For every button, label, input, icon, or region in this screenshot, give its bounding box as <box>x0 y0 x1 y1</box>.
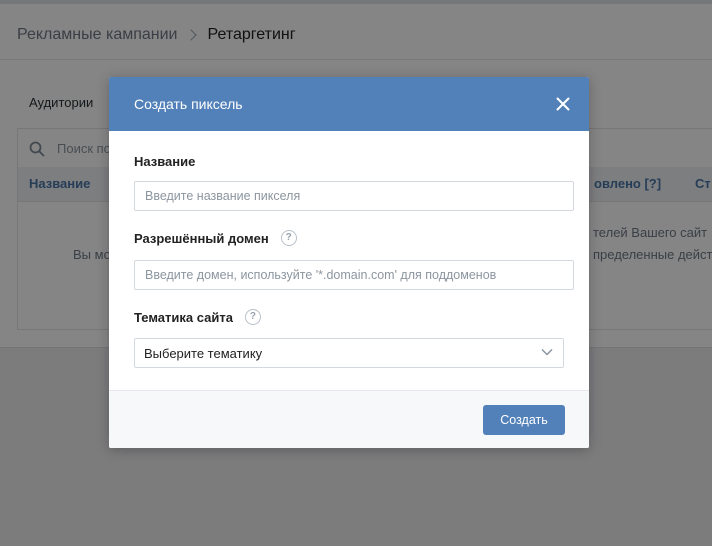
domain-label: Разрешённый домен ? <box>134 230 297 246</box>
topic-select[interactable]: Выберите тематику <box>134 338 564 368</box>
chevron-down-icon <box>541 348 553 356</box>
dialog-footer: Создать <box>109 390 589 448</box>
question-circle-icon[interactable]: ? <box>280 230 297 246</box>
domain-input[interactable] <box>134 260 574 290</box>
dialog-title: Создать пиксель <box>134 96 243 112</box>
domain-label-text: Разрешённый домен <box>134 230 269 246</box>
dialog-header: Создать пиксель <box>109 77 589 131</box>
name-label: Название <box>134 154 195 169</box>
create-pixel-dialog: Создать пиксель Название Разрешённый дом… <box>109 77 589 448</box>
question-circle-icon[interactable]: ? <box>244 309 261 325</box>
create-button[interactable]: Создать <box>483 405 565 435</box>
name-label-text: Название <box>134 154 196 169</box>
close-icon[interactable] <box>553 94 573 114</box>
topic-label-text: Тематика сайта <box>134 309 233 325</box>
page: Рекламные кампании Ретаргетинг Аудитории… <box>0 0 712 546</box>
topic-select-value: Выберите тематику <box>144 346 263 361</box>
pixel-name-input[interactable] <box>134 181 574 211</box>
topic-label: Тематика сайта ? <box>134 309 261 325</box>
